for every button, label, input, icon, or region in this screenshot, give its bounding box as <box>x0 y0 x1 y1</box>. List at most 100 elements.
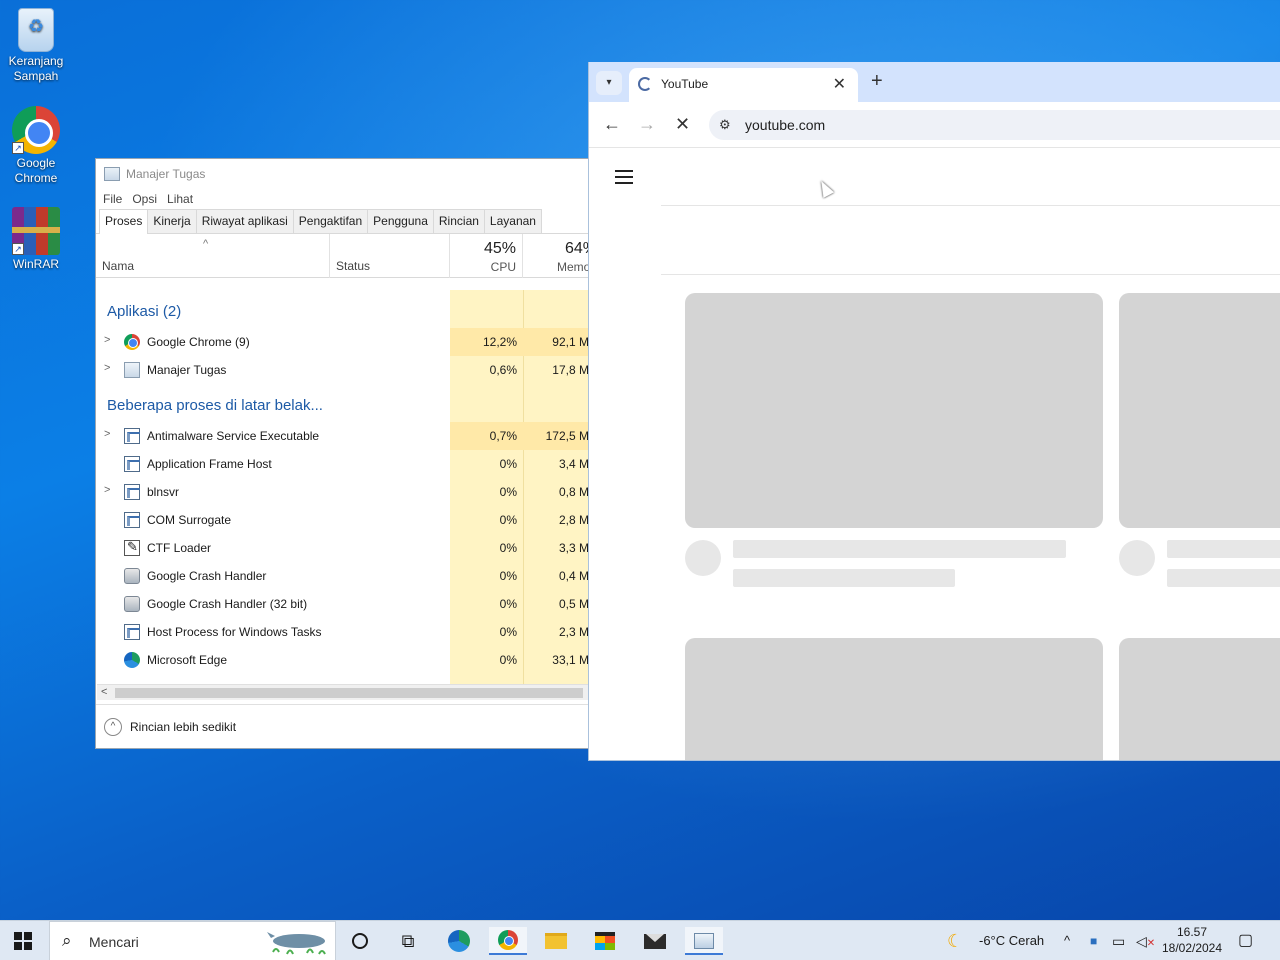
new-tab-button[interactable]: + <box>871 70 883 93</box>
loading-spinner-icon <box>638 77 652 91</box>
table-row[interactable]: Application Frame Host 0% 3,4 MB <box>96 450 589 478</box>
menu-options[interactable]: Opsi <box>132 192 157 206</box>
table-row[interactable]: Google Crash Handler 0% 0,4 MB <box>96 562 589 590</box>
tab-startup[interactable]: Pengaktifan <box>292 209 369 233</box>
group-apps: Aplikasi (2) <box>107 303 182 320</box>
table-row[interactable]: Google Crash Handler (32 bit) 0% 0,5 MB <box>96 590 589 618</box>
search-highlight-whale-icon <box>267 932 326 955</box>
url-text[interactable]: youtube.com <box>745 117 825 133</box>
scroll-left-icon[interactable]: < <box>101 686 107 698</box>
shortcut-arrow-icon: ↗ <box>12 243 24 255</box>
title-bar[interactable]: Manajer Tugas <box>96 159 589 188</box>
column-cpu[interactable]: 45% CPU <box>450 234 523 278</box>
chrome-window[interactable]: ▾ YouTube ✕ + ← → ✕ ⚙ youtube.com <box>588 62 1280 761</box>
table-row[interactable]: Microsoft Edge 0% 33,1 MB <box>96 646 589 674</box>
title-placeholder <box>1167 540 1280 558</box>
tab-performance[interactable]: Kinerja <box>147 209 197 233</box>
clock-date: 18/02/2024 <box>1161 941 1223 955</box>
taskbar-task-manager[interactable] <box>685 927 723 955</box>
desktop-icon-recycle-bin[interactable]: Keranjang Sampah <box>0 8 72 84</box>
edge-icon <box>448 930 470 952</box>
tab-processes[interactable]: Proses <box>99 209 149 234</box>
table-row[interactable]: COM Surrogate 0% 2,8 MB <box>96 506 589 534</box>
task-manager-window[interactable]: Manajer Tugas File Opsi Lihat Proses Kin… <box>95 158 590 749</box>
desktop-icon-label: Keranjang Sampah <box>8 54 64 83</box>
chrome-icon: ↗ <box>12 106 60 154</box>
tray-app-icon[interactable]: ■ <box>1090 921 1097 960</box>
group-background-processes: Beberapa proses di latar belak... <box>107 397 323 414</box>
meta-placeholder <box>733 569 955 587</box>
notifications-icon[interactable]: ▢ <box>1238 921 1253 960</box>
window-icon <box>124 456 140 472</box>
hamburger-menu-icon[interactable] <box>615 170 633 184</box>
divider <box>661 274 1280 275</box>
network-icon[interactable]: ▭ <box>1112 921 1125 960</box>
table-row[interactable]: CTF Loader 0% 3,3 MB <box>96 534 589 562</box>
expand-chevron-icon[interactable]: > <box>104 484 110 496</box>
chrome-icon <box>498 930 518 950</box>
window-icon <box>124 428 140 444</box>
task-view-button[interactable]: ⧉ <box>393 927 423 955</box>
taskbar-file-explorer[interactable] <box>541 927 571 955</box>
expand-chevron-icon[interactable]: > <box>104 334 110 346</box>
cortana-button[interactable] <box>345 927 375 955</box>
shortcut-arrow-icon: ↗ <box>12 142 24 154</box>
meta-placeholder <box>1167 569 1280 587</box>
expand-chevron-icon[interactable]: > <box>104 362 110 374</box>
taskbar-mail[interactable] <box>640 927 670 955</box>
tab-app-history[interactable]: Riwayat aplikasi <box>195 209 294 233</box>
close-tab-button[interactable]: ✕ <box>833 74 846 94</box>
search-icon: ⌕ <box>62 931 72 950</box>
table-row[interactable]: > Google Chrome (9) 12,2% 92,1 MB <box>96 328 589 356</box>
tab-youtube[interactable]: YouTube ✕ <box>629 68 858 102</box>
stop-loading-button[interactable]: ✕ <box>675 114 690 135</box>
scrollbar-thumb[interactable] <box>115 688 583 698</box>
taskbar-chrome[interactable] <box>489 927 527 955</box>
tab-search-button[interactable]: ▾ <box>596 71 622 95</box>
clock[interactable]: 16.57 18/02/2024 <box>1160 924 1224 956</box>
forward-button[interactable]: → <box>638 114 656 135</box>
fewer-details-button[interactable]: ^ Rincian lebih sedikit <box>96 704 589 748</box>
desktop-icon-google-chrome[interactable]: ↗ Google Chrome <box>0 106 72 186</box>
ctf-icon <box>124 539 140 556</box>
task-manager-icon <box>104 166 120 181</box>
tab-users[interactable]: Pengguna <box>367 209 434 233</box>
tab-services[interactable]: Layanan <box>483 209 542 233</box>
column-status[interactable]: Status <box>330 234 450 278</box>
weather-widget[interactable]: -6°C Cerah <box>979 921 1044 960</box>
horizontal-scrollbar[interactable]: < <box>97 684 589 700</box>
task-manager-icon <box>124 362 140 378</box>
search-box[interactable]: ⌕ Mencari <box>49 921 336 960</box>
site-info-icon[interactable]: ⚙ <box>719 117 731 133</box>
window-icon <box>124 484 140 500</box>
clock-time: 16.57 <box>1176 925 1208 939</box>
folder-icon <box>545 933 567 949</box>
table-row[interactable]: > Antimalware Service Executable 0,7% 17… <box>96 422 589 450</box>
show-hidden-icons-button[interactable]: ^ <box>1064 921 1070 960</box>
column-name[interactable]: ^ Nama <box>96 234 330 278</box>
avatar-placeholder <box>685 540 721 576</box>
column-memory[interactable]: 64% Memori <box>523 234 589 278</box>
cpu-total: 45% <box>483 240 516 257</box>
circle-icon <box>352 933 368 949</box>
moon-icon: ☾ <box>947 931 964 951</box>
tab-details[interactable]: Rincian <box>432 209 485 233</box>
table-row[interactable]: > Manajer Tugas 0,6% 17,8 MB <box>96 356 589 384</box>
volume-muted-icon[interactable]: ◁✕ <box>1136 921 1155 960</box>
taskbar-edge[interactable] <box>443 927 473 955</box>
expand-chevron-icon[interactable]: > <box>104 428 110 440</box>
table-row[interactable]: Host Process for Windows Tasks 0% 2,3 MB <box>96 618 589 646</box>
table-row[interactable]: > blnsvr 0% 0,8 MB <box>96 478 589 506</box>
desktop-icon-label: WinRAR <box>12 257 59 271</box>
window-title: Manajer Tugas <box>126 166 206 181</box>
task-view-icon: ⧉ <box>401 931 415 951</box>
desktop-icon-winrar[interactable]: ↗ WinRAR <box>0 207 72 272</box>
taskbar-store[interactable] <box>590 927 620 955</box>
column-header: ^ Nama Status 45% CPU 64% Memori <box>96 234 589 278</box>
process-list: Aplikasi (2) > Google Chrome (9) 12,2% 9… <box>96 290 589 684</box>
back-button[interactable]: ← <box>603 114 621 135</box>
menu-file[interactable]: File <box>103 192 122 206</box>
address-bar[interactable]: ⚙ youtube.com <box>709 110 1280 140</box>
menu-view[interactable]: Lihat <box>167 192 193 206</box>
start-button[interactable] <box>14 932 32 950</box>
